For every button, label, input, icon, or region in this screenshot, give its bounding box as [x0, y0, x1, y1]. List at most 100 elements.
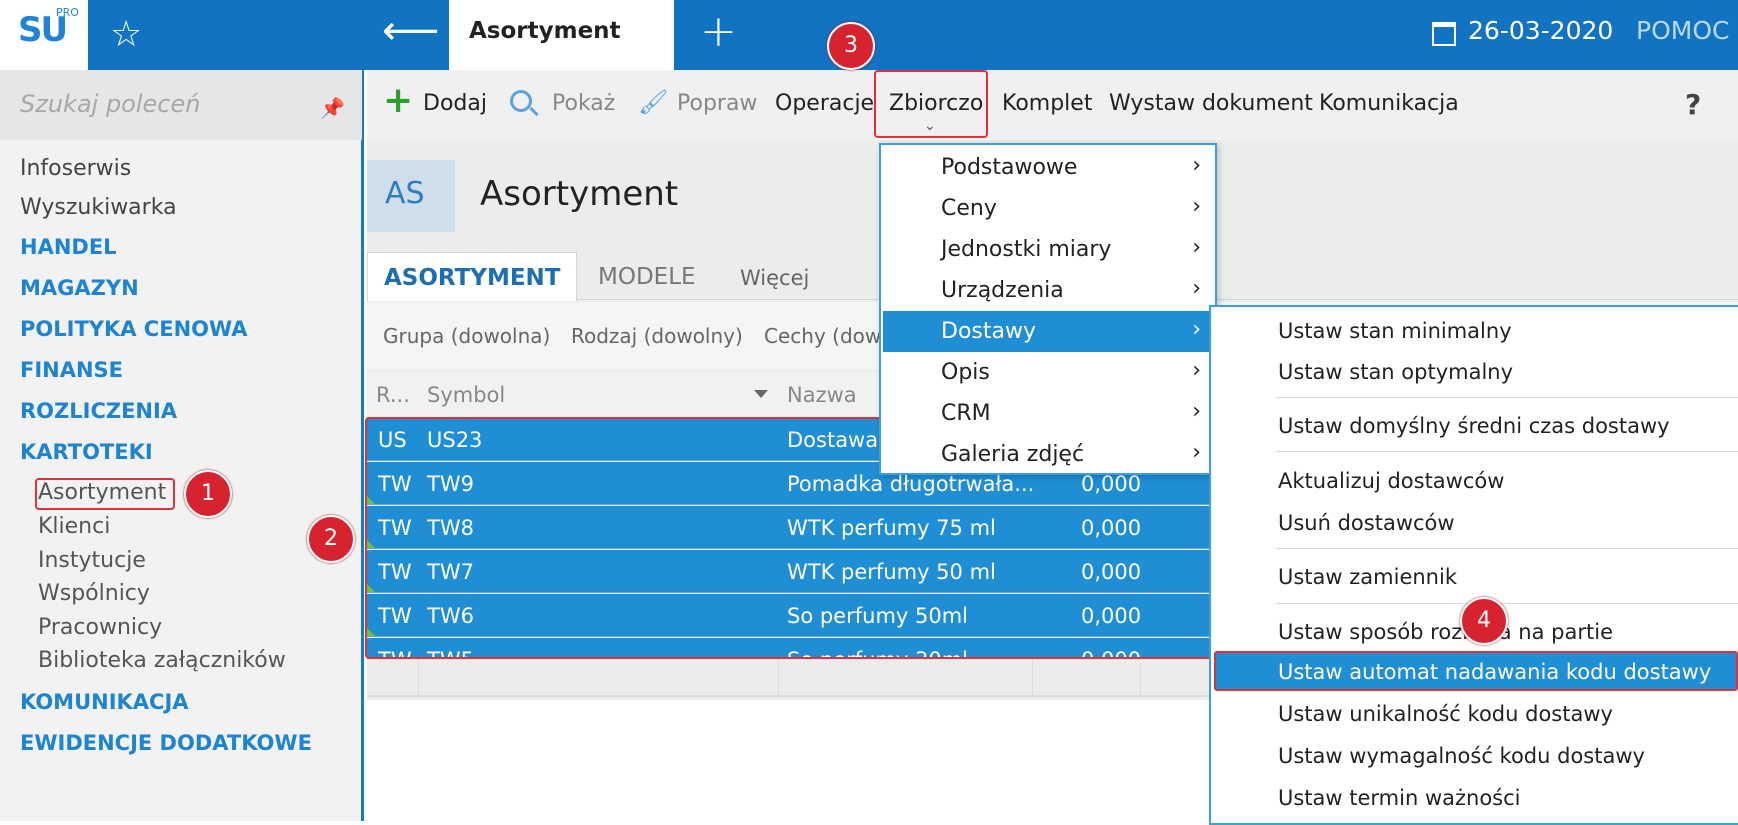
filter-cechy[interactable]: Cechy (dow [764, 324, 881, 348]
submenu-item-automat-kodu[interactable]: Ustaw automat nadawania kodu dostawy [1278, 660, 1711, 684]
callout-badge-2: 2 [307, 515, 355, 563]
menu-item-label: CRM [941, 401, 991, 426]
submenu-item[interactable]: Aktualizuj dostawców [1278, 469, 1504, 493]
badge-text: AS [385, 176, 425, 211]
menu-separator [1276, 397, 1738, 398]
show-button[interactable]: Pokaż [552, 91, 615, 116]
chevron-right-icon: › [1192, 358, 1201, 383]
nav-instytucje[interactable]: Instytucje [38, 548, 146, 573]
menu-item-podstawowe[interactable]: Podstawowe › [883, 147, 1215, 188]
grid-divider [1140, 660, 1141, 696]
tab-label: ASORTYMENT [384, 265, 561, 291]
chevron-right-icon: › [1192, 153, 1201, 178]
brush-icon[interactable]: 🖌 [638, 88, 668, 116]
menu-item-urzadzenia[interactable]: Urządzenia › [883, 270, 1215, 311]
new-tab-plus-icon[interactable]: + [700, 6, 737, 57]
nav-magazyn[interactable]: MAGAZYN [20, 276, 139, 300]
nav-klienci[interactable]: Klienci [38, 514, 110, 539]
callout-badge-1: 1 [184, 470, 232, 518]
submenu-item[interactable]: Ustaw stan optymalny [1278, 360, 1513, 384]
nav-wyszukiwarka[interactable]: Wyszukiwarka [20, 195, 177, 220]
chevron-right-icon: › [1192, 276, 1201, 301]
grid-divider [418, 660, 419, 696]
search-placeholder: Szukaj poleceń [20, 90, 201, 118]
menu-item-label: Jednostki miary [941, 237, 1112, 262]
chevron-down-icon: ⌄ [924, 118, 936, 134]
column-header-nazwa[interactable]: Nazwa [787, 383, 857, 407]
command-search-input[interactable]: Szukaj poleceń [0, 70, 362, 140]
chevron-right-icon: › [1192, 235, 1201, 260]
date-display[interactable]: 26-03-2020 [1468, 16, 1613, 45]
nav-handel[interactable]: HANDEL [20, 235, 117, 259]
menu-item-label: Podstawowe [941, 155, 1078, 180]
nav-infoserwis[interactable]: Infoserwis [20, 156, 131, 181]
nav-kartoteki[interactable]: KARTOTEKI [20, 440, 153, 464]
nav-polityka-cenowa[interactable]: POLITYKA CENOWA [20, 317, 247, 341]
pin-icon[interactable]: 📌 [320, 96, 345, 120]
help-link[interactable]: POMOC [1636, 16, 1729, 45]
app-logo[interactable]: SU PRO [0, 0, 88, 70]
column-header-r[interactable]: R... [376, 383, 410, 407]
nav-ewidencje-dodatkowe[interactable]: EWIDENCJE DODATKOWE [20, 731, 312, 755]
tab-asortyment[interactable]: Asortyment [449, 0, 674, 70]
sort-arrow-icon[interactable] [754, 390, 768, 398]
submenu-item[interactable]: Usuń dostawców [1278, 511, 1455, 535]
edit-button[interactable]: Popraw [677, 91, 757, 116]
menu-item-label: Dostawy [941, 319, 1036, 344]
tab-wiecej[interactable]: Więcej [740, 266, 809, 290]
menu-item-ceny[interactable]: Ceny › [883, 188, 1215, 229]
chevron-right-icon: › [1192, 317, 1201, 342]
tab-modele[interactable]: MODELE [598, 264, 696, 290]
filter-grupa[interactable]: Grupa (dowolna) [383, 324, 550, 348]
submenu-item[interactable]: Ustaw termin ważności [1278, 786, 1521, 810]
submenu-item[interactable]: Ustaw wymagalność kodu dostawy [1278, 744, 1645, 768]
menu-item-dostawy[interactable]: Dostawy › [883, 311, 1215, 352]
chevron-right-icon: › [1192, 399, 1201, 424]
menu-item-jednostki[interactable]: Jednostki miary › [883, 229, 1215, 270]
calendar-icon[interactable] [1432, 22, 1456, 46]
menu-item-crm[interactable]: CRM › [883, 393, 1215, 434]
logo-sup: PRO [56, 6, 79, 19]
issue-document-button[interactable]: Wystaw dokument [1109, 91, 1313, 116]
operations-button[interactable]: Operacje [775, 91, 874, 116]
set-button[interactable]: Komplet [1002, 91, 1092, 116]
chevron-right-icon: › [1192, 440, 1201, 465]
submenu-item[interactable]: Ustaw zamiennik [1278, 565, 1457, 589]
nav-finanse[interactable]: FINANSE [20, 358, 123, 382]
bulk-button[interactable]: Zbiorczo [889, 91, 983, 116]
menu-separator [1276, 548, 1738, 549]
chevron-right-icon: › [1192, 194, 1201, 219]
favorites-star-icon[interactable]: ☆ [110, 14, 142, 55]
page-title: Asortyment [480, 174, 679, 214]
menu-item-label: Urządzenia [941, 278, 1064, 303]
help-question-icon[interactable]: ? [1685, 88, 1701, 121]
nav-pracownicy[interactable]: Pracownicy [38, 615, 162, 640]
tab-title: Asortyment [469, 18, 621, 44]
menu-separator [1276, 451, 1738, 452]
nav-komunikacja[interactable]: KOMUNIKACJA [20, 690, 189, 714]
nav-biblioteka[interactable]: Biblioteka załączników [38, 648, 286, 673]
nav-wspolnicy[interactable]: Wspólnicy [38, 581, 150, 606]
menu-item-opis[interactable]: Opis › [883, 352, 1215, 393]
submenu-item[interactable]: Ustaw sposób rozbicia na partie [1278, 620, 1613, 644]
submenu-item[interactable]: Ustaw stan minimalny [1278, 319, 1512, 343]
grid-divider [778, 660, 779, 696]
menu-item-label: Ceny [941, 196, 997, 221]
callout-badge-4: 4 [1460, 597, 1508, 645]
back-arrow-icon[interactable]: ⟵ [382, 8, 439, 54]
submenu-item[interactable]: Ustaw unikalność kodu dostawy [1278, 702, 1613, 726]
menu-item-galeria[interactable]: Galeria zdjęć › [883, 434, 1215, 475]
communication-button[interactable]: Komunikacja [1319, 91, 1459, 116]
add-plus-icon[interactable]: + [383, 80, 413, 121]
nav-asortyment[interactable]: Asortyment [38, 480, 166, 505]
add-button[interactable]: Dodaj [423, 91, 487, 116]
filter-rodzaj[interactable]: Rodzaj (dowolny) [571, 324, 743, 348]
column-header-symbol[interactable]: Symbol [427, 383, 505, 407]
tab-asortyment-list[interactable]: ASORTYMENT [367, 252, 577, 301]
submenu-item[interactable]: Ustaw domyślny średni czas dostawy [1278, 414, 1670, 438]
menu-separator [1276, 603, 1738, 604]
menu-item-label: Galeria zdjęć [941, 442, 1085, 467]
menu-item-label: Opis [941, 360, 990, 385]
nav-rozliczenia[interactable]: ROZLICZENIA [20, 399, 177, 423]
search-icon[interactable] [510, 90, 532, 112]
